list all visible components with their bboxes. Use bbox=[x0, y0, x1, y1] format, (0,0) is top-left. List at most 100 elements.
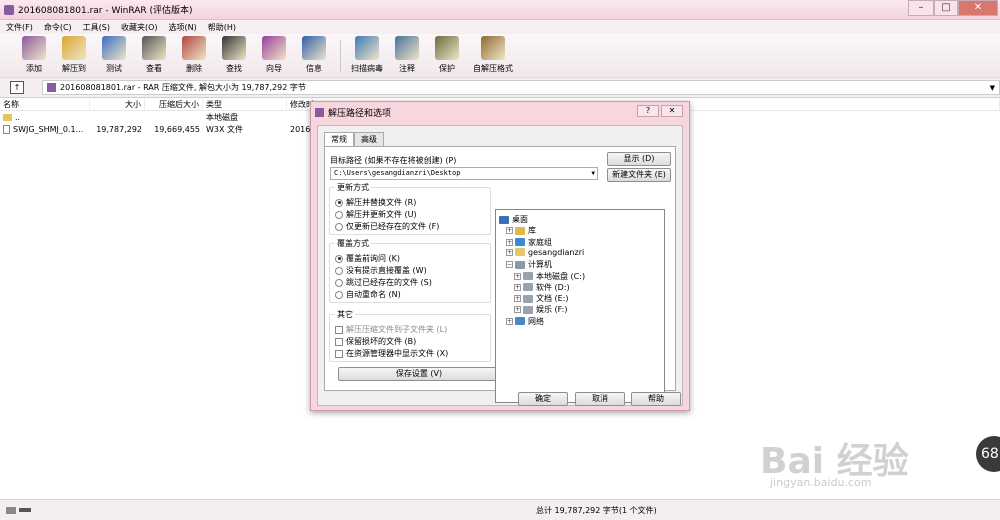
tree-node[interactable]: + 库 bbox=[506, 225, 536, 236]
option-label: 覆盖前询问 (K) bbox=[346, 254, 401, 263]
toolbar-button-7[interactable]: 信息 bbox=[294, 35, 334, 77]
toolbar-button-2[interactable]: 测试 bbox=[94, 35, 134, 77]
option-label: 解压并更新文件 (U) bbox=[346, 210, 417, 219]
dialog-close-button[interactable]: ✕ bbox=[661, 105, 683, 117]
toolbar-button-6[interactable]: 向导 bbox=[254, 35, 294, 77]
menu-favorites[interactable]: 收藏夹(O) bbox=[121, 22, 158, 33]
desktop-icon bbox=[499, 215, 509, 224]
expander-icon[interactable]: + bbox=[506, 227, 513, 235]
radio-skip-existing[interactable]: 跳过已经存在的文件 (S) bbox=[335, 277, 432, 288]
toolbar-button-11[interactable]: 自解压格式 bbox=[467, 35, 519, 77]
ok-button[interactable]: 确定 bbox=[518, 392, 568, 406]
tree-node-label: 娱乐 (F:) bbox=[536, 305, 568, 315]
maximize-button[interactable]: □ bbox=[934, 0, 958, 16]
toolbar-button-4[interactable]: 删除 bbox=[174, 35, 214, 77]
radio-extract-update[interactable]: 解压并更新文件 (U) bbox=[335, 209, 417, 220]
toolbar-button-9[interactable]: 注释 bbox=[387, 35, 427, 77]
col-packed[interactable]: 压缩后大小 bbox=[145, 98, 203, 110]
expander-icon[interactable]: − bbox=[506, 261, 513, 269]
address-field[interactable]: 201608081801.rar - RAR 压缩文件, 解包大小为 19,78… bbox=[42, 80, 1000, 95]
tree-node[interactable]: + 软件 (D:) bbox=[514, 282, 570, 293]
minimize-button[interactable]: – bbox=[908, 0, 934, 16]
expander-icon[interactable]: + bbox=[506, 317, 513, 325]
new-folder-button[interactable]: 新建文件夹 (E) bbox=[607, 168, 671, 182]
expander-icon[interactable]: + bbox=[506, 238, 513, 246]
radio-icon[interactable] bbox=[335, 254, 343, 263]
update-mode-title: 更新方式 bbox=[335, 182, 371, 193]
tree-node-label: 家庭组 bbox=[528, 237, 552, 247]
address-dropdown-icon[interactable]: ▼ bbox=[990, 84, 995, 92]
menu-help[interactable]: 帮助(H) bbox=[208, 22, 236, 33]
tree-node[interactable]: + 娱乐 (F:) bbox=[514, 304, 567, 315]
tree-node[interactable]: − 计算机 bbox=[506, 259, 552, 270]
cancel-button[interactable]: 取消 bbox=[575, 392, 625, 406]
tree-node[interactable]: + 本地磁盘 (C:) bbox=[514, 271, 585, 282]
dialog-icon bbox=[315, 107, 324, 117]
target-path-input[interactable]: C:\Users\gesangdianzri\Desktop ▼ bbox=[330, 167, 598, 180]
radio-icon[interactable] bbox=[335, 290, 343, 299]
menu-tools[interactable]: 工具(S) bbox=[83, 22, 110, 33]
watermark-url: jingyan.baidu.com bbox=[770, 476, 872, 489]
title-bar: 201608081801.rar - WinRAR (评估版本) – □ ✕ bbox=[0, 0, 1000, 20]
radio-icon[interactable] bbox=[335, 210, 343, 219]
dialog-help-icon[interactable]: ? bbox=[637, 105, 659, 117]
expander-icon[interactable]: + bbox=[514, 306, 521, 314]
expander-icon[interactable]: + bbox=[514, 272, 521, 280]
radio-freshen-existing[interactable]: 仅更新已经存在的文件 (F) bbox=[335, 221, 439, 232]
toolbar-label: 注释 bbox=[399, 64, 415, 73]
toolbar-button-3[interactable]: 查看 bbox=[134, 35, 174, 77]
expander-icon[interactable]: + bbox=[514, 283, 521, 291]
col-type[interactable]: 类型 bbox=[203, 98, 287, 110]
tree-node[interactable]: + 文档 (E:) bbox=[514, 293, 569, 304]
radio-overwrite-without-prompt[interactable]: 没有提示直接覆盖 (W) bbox=[335, 265, 427, 276]
checkbox-icon[interactable] bbox=[335, 325, 343, 334]
radio-ask-before-overwrite[interactable]: 覆盖前询问 (K) bbox=[335, 253, 400, 264]
toolbar-button-0[interactable]: 添加 bbox=[14, 35, 54, 77]
tab-advanced[interactable]: 高级 bbox=[354, 132, 384, 146]
tree-node[interactable]: + 家庭组 bbox=[506, 237, 552, 248]
toolbar-button-1[interactable]: 解压到 bbox=[54, 35, 94, 77]
tree-node[interactable]: 桌面 bbox=[499, 214, 528, 225]
tab-general[interactable]: 常规 bbox=[324, 132, 354, 147]
radio-icon[interactable] bbox=[335, 198, 343, 207]
check-extract-to-subfolder[interactable]: 解压压缩文件到子文件夹 (L) bbox=[335, 324, 447, 335]
toolbar-button-5[interactable]: 查找 bbox=[214, 35, 254, 77]
toolbar-label: 自解压格式 bbox=[473, 64, 513, 73]
library-icon bbox=[515, 226, 525, 235]
extract-dialog: 解压路径和选项 ? ✕ 常规 高级 目标路径 (如果不存在将被创建) (P) C… bbox=[310, 101, 690, 411]
radio-icon[interactable] bbox=[335, 266, 343, 275]
address-bar: ↑ 201608081801.rar - RAR 压缩文件, 解包大小为 19,… bbox=[0, 78, 1000, 98]
help-button[interactable]: 帮助 bbox=[631, 392, 681, 406]
file-packed: 19,669,455 bbox=[154, 124, 200, 134]
test-icon bbox=[102, 36, 126, 60]
other-options-group: 其它 解压压缩文件到子文件夹 (L) 保留损坏的文件 (B) 在资源管理器中显示… bbox=[329, 309, 491, 362]
menu-file[interactable]: 文件(F) bbox=[6, 22, 33, 33]
path-dropdown-icon[interactable]: ▼ bbox=[591, 168, 595, 179]
menu-commands[interactable]: 命令(C) bbox=[44, 22, 72, 33]
menu-options[interactable]: 选项(N) bbox=[169, 22, 197, 33]
folder-tree[interactable]: 桌面 + 库 + 家庭组 + gesangdianzri − 计算机 + 本地磁盘 (C:) + 软件 … bbox=[495, 209, 665, 403]
check-keep-broken-files[interactable]: 保留损坏的文件 (B) bbox=[335, 336, 416, 347]
radio-icon[interactable] bbox=[335, 278, 343, 287]
up-folder-button[interactable]: ↑ bbox=[10, 81, 24, 94]
save-settings-button[interactable]: 保存设置 (V) bbox=[338, 367, 500, 381]
check-show-in-explorer[interactable]: 在资源管理器中显示文件 (X) bbox=[335, 348, 448, 359]
computer-icon bbox=[515, 260, 525, 269]
toolbar-button-8[interactable]: 扫描病毒 bbox=[347, 35, 387, 77]
checkbox-icon[interactable] bbox=[335, 349, 343, 358]
close-window-button[interactable]: ✕ bbox=[958, 0, 998, 16]
radio-auto-rename[interactable]: 自动重命名 (N) bbox=[335, 289, 401, 300]
toolbar-button-10[interactable]: 保护 bbox=[427, 35, 467, 77]
radio-extract-replace[interactable]: 解压并替换文件 (R) bbox=[335, 197, 416, 208]
tree-node[interactable]: + gesangdianzri bbox=[506, 248, 584, 257]
radio-icon[interactable] bbox=[335, 222, 343, 231]
tree-node[interactable]: + 网络 bbox=[506, 316, 544, 327]
col-name[interactable]: 名称 bbox=[0, 98, 90, 110]
option-label: 解压压缩文件到子文件夹 (L) bbox=[346, 325, 448, 334]
checkbox-icon[interactable] bbox=[335, 337, 343, 346]
expander-icon[interactable]: + bbox=[506, 248, 513, 256]
expander-icon[interactable]: + bbox=[514, 295, 521, 303]
option-label: 仅更新已经存在的文件 (F) bbox=[346, 222, 440, 231]
col-size[interactable]: 大小 bbox=[90, 98, 145, 110]
show-button[interactable]: 显示 (D) bbox=[607, 152, 671, 166]
